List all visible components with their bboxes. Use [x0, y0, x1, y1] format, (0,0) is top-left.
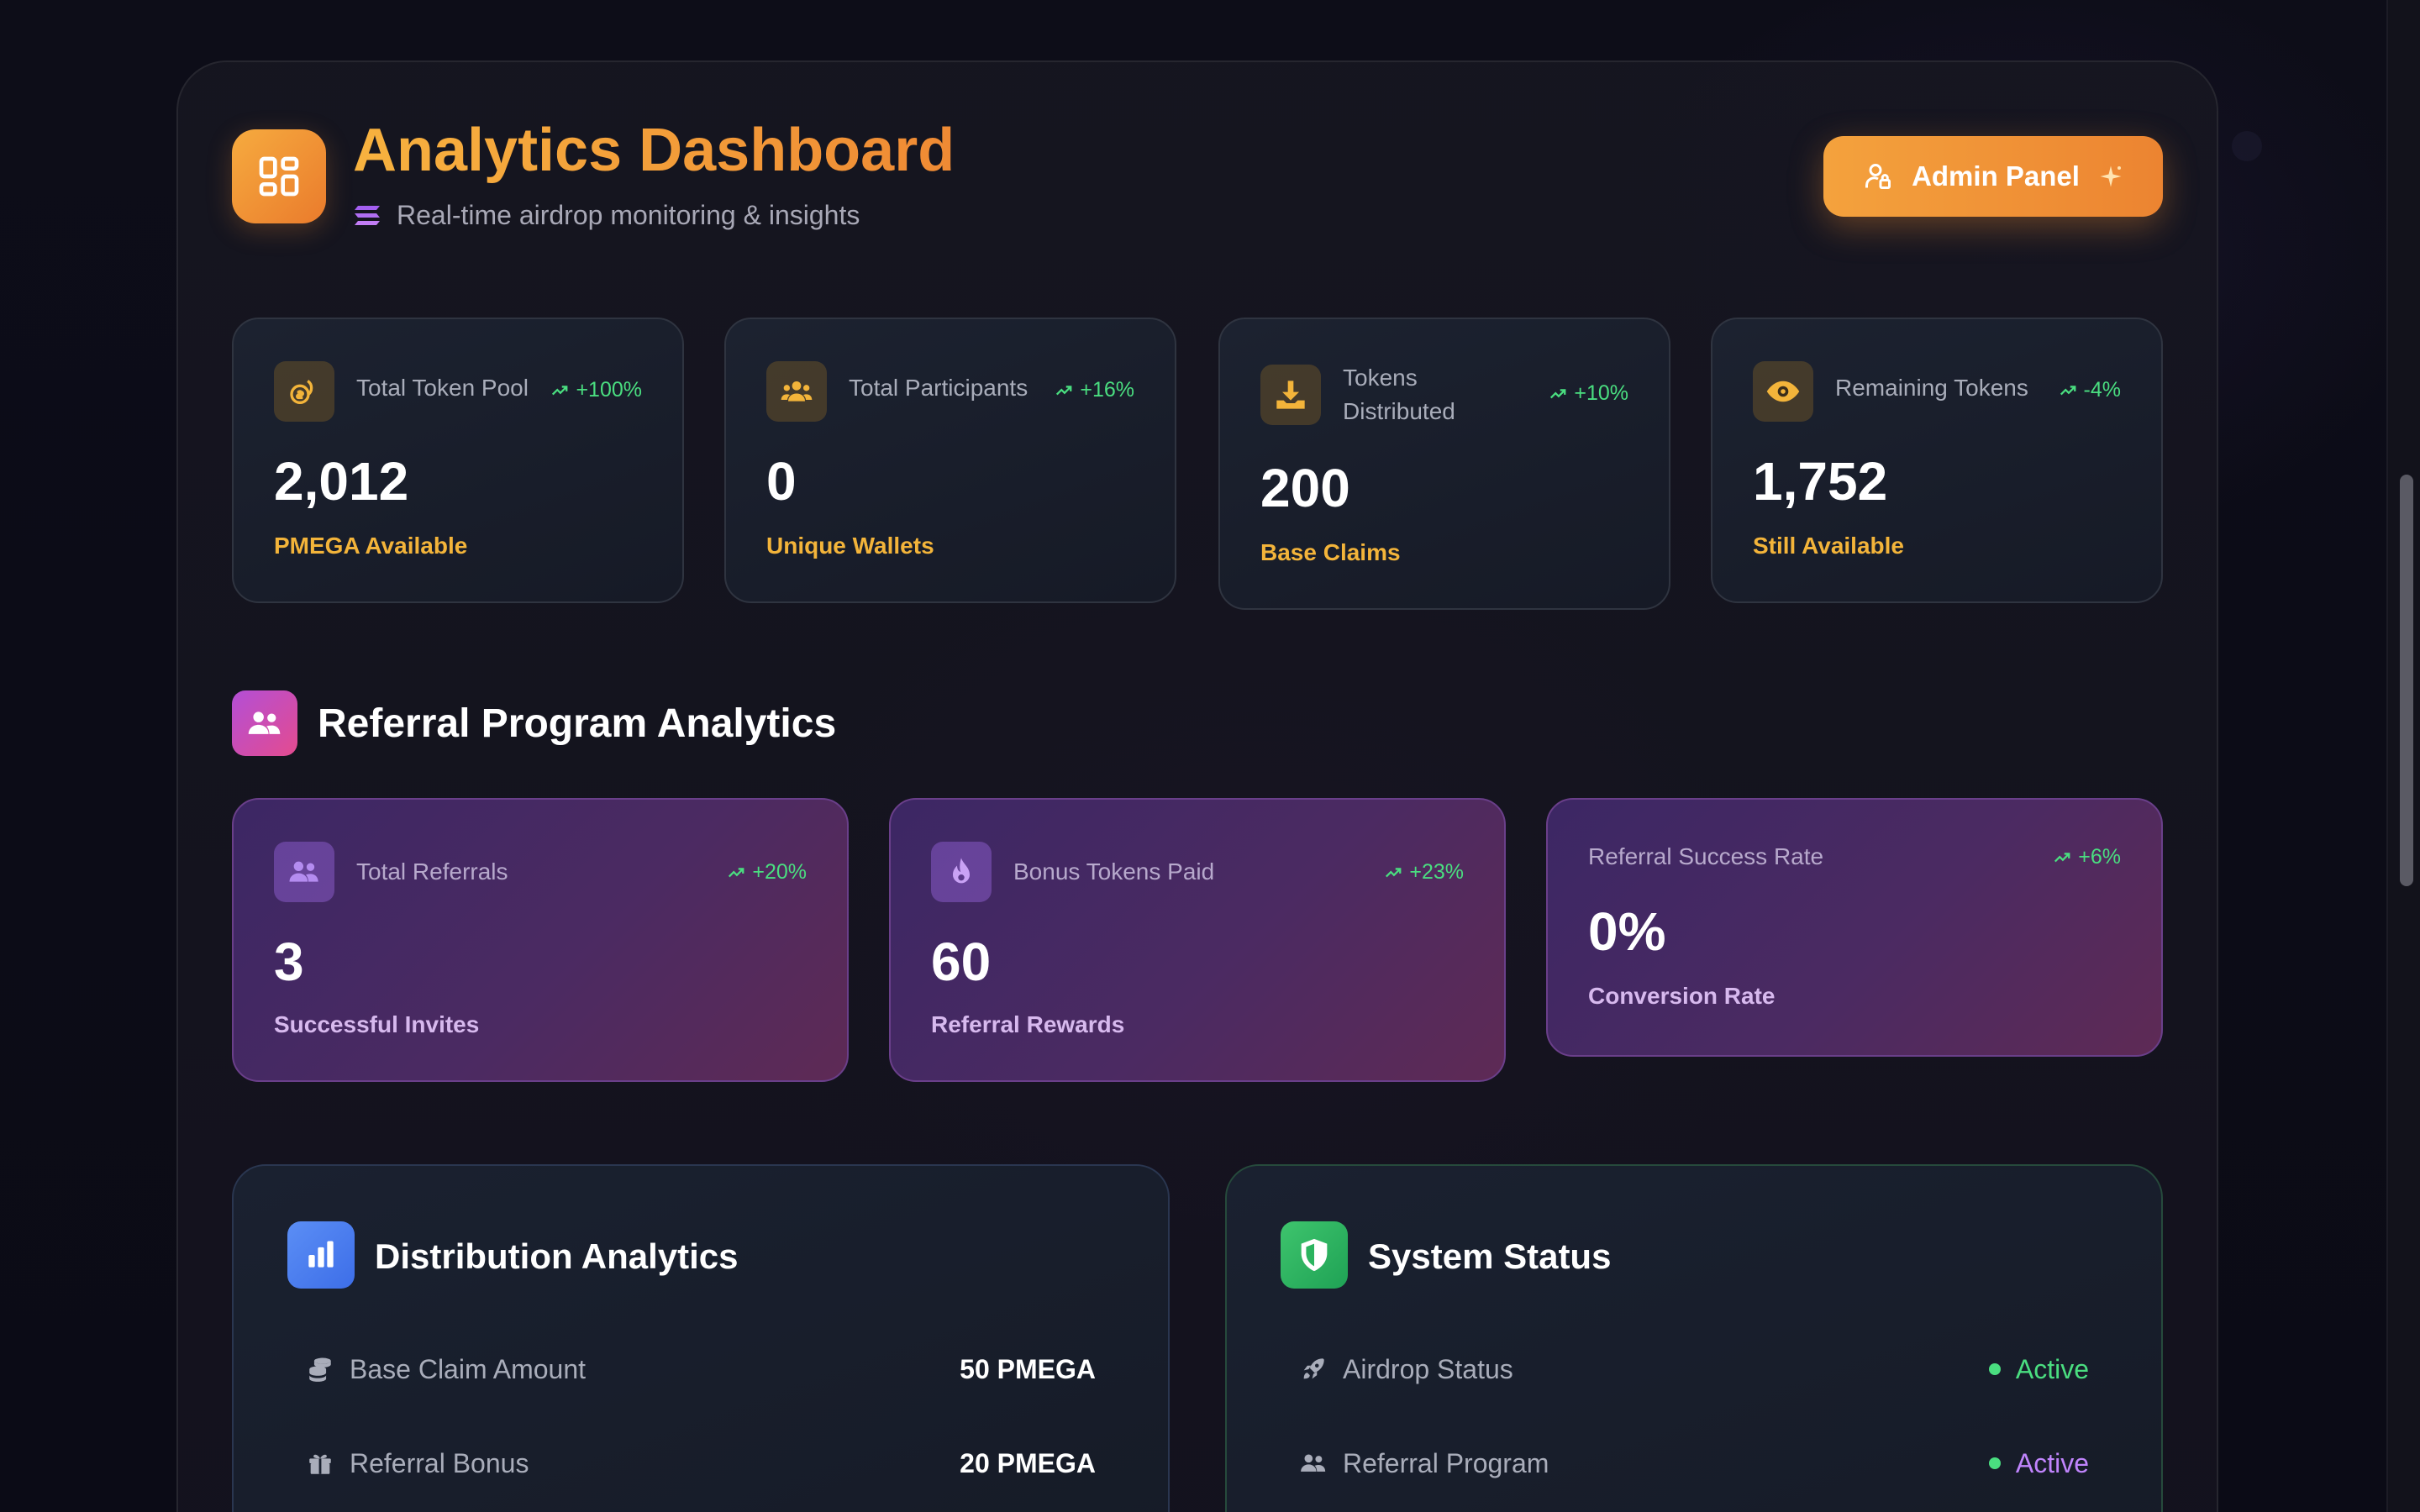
- users-icon: [766, 361, 827, 422]
- ref-value: 3: [274, 932, 304, 992]
- stat-value: 2,012: [274, 451, 409, 512]
- ref-value: 0%: [1588, 901, 1666, 962]
- ref-label: Total Referrals: [356, 858, 508, 885]
- ref-card-total-referrals: Total Referrals +20% 3 Successful Invite…: [232, 798, 849, 1082]
- users-icon: [274, 842, 334, 902]
- stat-sub: Still Available: [1753, 533, 1904, 559]
- trending-up-icon: [729, 867, 744, 877]
- eye-icon: [1753, 361, 1813, 422]
- status-row: Referral Program Active: [1299, 1438, 2089, 1488]
- trending-up-icon: [2054, 852, 2070, 862]
- ref-sub: Conversion Rate: [1588, 983, 1776, 1009]
- ref-value: 60: [931, 932, 992, 992]
- row-label: Referral Bonus: [350, 1447, 529, 1478]
- referral-section-title: Referral Program Analytics: [318, 701, 837, 746]
- stat-label: Total Participants: [849, 375, 1028, 401]
- trend-value: +23%: [1409, 860, 1464, 884]
- stat-label: Tokens Distributed: [1343, 365, 1455, 424]
- rocket-icon: [1303, 1358, 1324, 1379]
- stat-card-remaining: Remaining Tokens -4% 1,752 Still Availab…: [1711, 318, 2163, 603]
- user-lock-icon: [1865, 164, 1891, 189]
- row-label: Referral Program: [1343, 1447, 1549, 1478]
- ref-card-success-rate: Referral Success Rate +6% 0% Conversion …: [1546, 798, 2163, 1057]
- admin-panel-label: Admin Panel: [1912, 160, 2080, 192]
- system-status-panel: System Status Airdrop Status Active Refe…: [1225, 1164, 2163, 1512]
- row-value: 20 PMEGA: [960, 1447, 1096, 1478]
- stat-sub: Unique Wallets: [766, 533, 934, 559]
- admin-panel-button[interactable]: Admin Panel: [1823, 136, 2163, 217]
- stat-sub: PMEGA Available: [274, 533, 468, 559]
- status-row: Airdrop Status Active: [1299, 1344, 2089, 1394]
- ref-card-bonus-tokens: Bonus Tokens Paid +23% 60 Referral Rewar…: [889, 798, 1506, 1082]
- ref-sub: Successful Invites: [274, 1011, 480, 1037]
- system-status-title: System Status: [1368, 1236, 1612, 1276]
- trend-badge: +23%: [1384, 860, 1464, 885]
- dashboard-logo: [232, 129, 326, 223]
- stat-value: 0: [766, 451, 797, 512]
- distribution-row: Referral Bonus 20 PMEGA: [306, 1438, 1096, 1488]
- trend-badge: +10%: [1549, 381, 1628, 406]
- trend-value: -4%: [2083, 378, 2121, 402]
- download-icon: [1260, 365, 1321, 425]
- trend-badge: +16%: [1055, 378, 1134, 402]
- row-label: Base Claim Amount: [350, 1353, 587, 1384]
- trend-value: +10%: [1574, 381, 1628, 405]
- grid-icon: [259, 156, 299, 197]
- sparkle-icon: [2100, 165, 2122, 187]
- trending-up-icon: [2060, 385, 2075, 395]
- distribution-panel: Distribution Analytics Base Claim Amount…: [232, 1164, 1170, 1512]
- trending-up-icon: [552, 385, 568, 395]
- status-indicator: Active: [1988, 1353, 2089, 1385]
- stat-value: 1,752: [1753, 451, 1888, 512]
- solana-icon: [355, 205, 380, 225]
- shield-icon: [1281, 1221, 1348, 1289]
- trend-value: +6%: [2078, 845, 2121, 869]
- background-decoration: [2232, 131, 2262, 161]
- trend-badge: -4%: [2059, 378, 2121, 402]
- users-icon: [248, 711, 281, 734]
- ref-label: Bonus Tokens Paid: [1013, 858, 1215, 885]
- page-title: Analytics Dashboard: [353, 117, 955, 184]
- status-value: Active: [2015, 1353, 2089, 1384]
- gift-icon: [309, 1454, 331, 1474]
- stat-card-tokens-distributed: Tokens Distributed +10% 200 Base Claims: [1218, 318, 1670, 610]
- bar-chart-icon: [287, 1221, 355, 1289]
- trend-badge: +20%: [727, 860, 807, 885]
- ref-label: Referral Success Rate: [1588, 843, 1824, 869]
- row-label: Airdrop Status: [1343, 1353, 1513, 1384]
- row-value: 50 PMEGA: [960, 1353, 1096, 1384]
- distribution-row: Base Claim Amount 50 PMEGA: [306, 1344, 1096, 1394]
- coins-stack-icon: [309, 1357, 331, 1382]
- trend-value: +16%: [1080, 378, 1134, 402]
- trend-value: +20%: [752, 860, 807, 884]
- status-value: Active: [2015, 1447, 2089, 1478]
- users-icon: [1301, 1454, 1326, 1472]
- stat-label: Remaining Tokens: [1835, 375, 2028, 401]
- stat-label: Total Token Pool: [356, 375, 529, 401]
- stat-card-participants: Total Participants +16% 0 Unique Wallets: [724, 318, 1176, 603]
- referral-section-icon: [232, 690, 297, 756]
- trending-up-icon: [1550, 388, 1566, 398]
- status-dot: [1988, 1457, 2001, 1469]
- trend-badge: +6%: [2053, 845, 2121, 869]
- stat-card-token-pool: Total Token Pool +100% 2,012 PMEGA Avail…: [232, 318, 684, 603]
- status-indicator: Active: [1988, 1447, 2089, 1479]
- ref-sub: Referral Rewards: [931, 1011, 1125, 1037]
- stat-sub: Base Claims: [1260, 539, 1401, 565]
- scrollbar-thumb[interactable]: [2400, 475, 2413, 886]
- trending-up-icon: [1056, 385, 1072, 395]
- trend-value: +100%: [576, 378, 642, 402]
- coins-icon: [274, 361, 334, 422]
- page-subtitle: Real-time airdrop monitoring & insights: [397, 200, 860, 230]
- stat-value: 200: [1260, 458, 1350, 518]
- subtitle-row: Real-time airdrop monitoring & insights: [353, 200, 860, 231]
- distribution-title: Distribution Analytics: [375, 1236, 739, 1276]
- flame-icon: [931, 842, 992, 902]
- trend-badge: +100%: [550, 378, 642, 402]
- status-dot: [1988, 1363, 2001, 1375]
- trending-up-icon: [1386, 867, 1402, 877]
